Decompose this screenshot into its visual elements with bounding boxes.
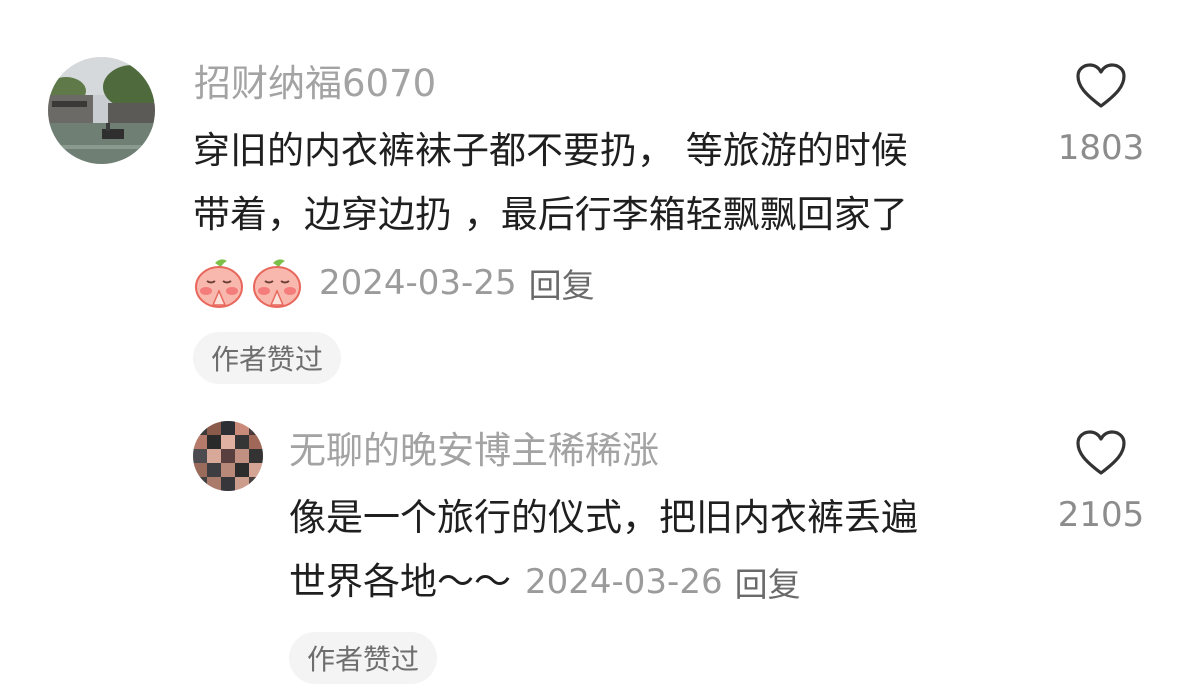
heart-icon <box>1076 63 1126 108</box>
comment-text-line: 带着，边穿边扔 ，最后行李箱轻飘飘回家了 <box>193 193 908 236</box>
comment-thread: 招财纳福6070 穿旧的内衣裤袜子都不要扔， 等旅游的时候 带着，边穿边扔 ，最… <box>0 0 1179 690</box>
comment-username[interactable]: 招财纳福6070 <box>194 62 436 106</box>
comment-date: 2024-03-26 <box>525 562 723 602</box>
comment-text-line: 世界各地～～ <box>289 560 511 603</box>
comment-username[interactable]: 无聊的晚安博主稀稀涨 <box>289 429 659 473</box>
comment-meta: 世界各地～～ 2024-03-26 回复 <box>289 553 801 611</box>
like-button[interactable]: 2105 <box>1046 429 1156 535</box>
comment-text-line: 像是一个旅行的仪式，把旧内衣裤丢遍 <box>289 496 918 539</box>
like-button[interactable]: 1803 <box>1046 62 1156 168</box>
author-liked-badge: 作者赞过 <box>289 632 438 684</box>
heart-icon <box>1076 430 1126 475</box>
reply-button[interactable]: 回复 <box>529 259 595 307</box>
pray-emoji-icon <box>251 257 303 309</box>
avatar[interactable] <box>193 421 263 491</box>
like-count: 2105 <box>1057 495 1145 535</box>
like-count: 1803 <box>1057 128 1145 168</box>
canal-town-avatar-image <box>48 57 155 164</box>
pray-emoji-icon <box>193 257 245 309</box>
avatar[interactable] <box>48 57 155 164</box>
author-liked-badge: 作者赞过 <box>193 332 342 384</box>
comment-text-line: 穿旧的内衣裤袜子都不要扔， 等旅游的时候 <box>193 129 908 172</box>
reply-button[interactable]: 回复 <box>735 558 801 606</box>
collage-avatar-image <box>193 421 263 491</box>
comment-date: 2024-03-25 <box>319 263 517 303</box>
comment-meta: 2024-03-25 回复 <box>193 254 595 312</box>
